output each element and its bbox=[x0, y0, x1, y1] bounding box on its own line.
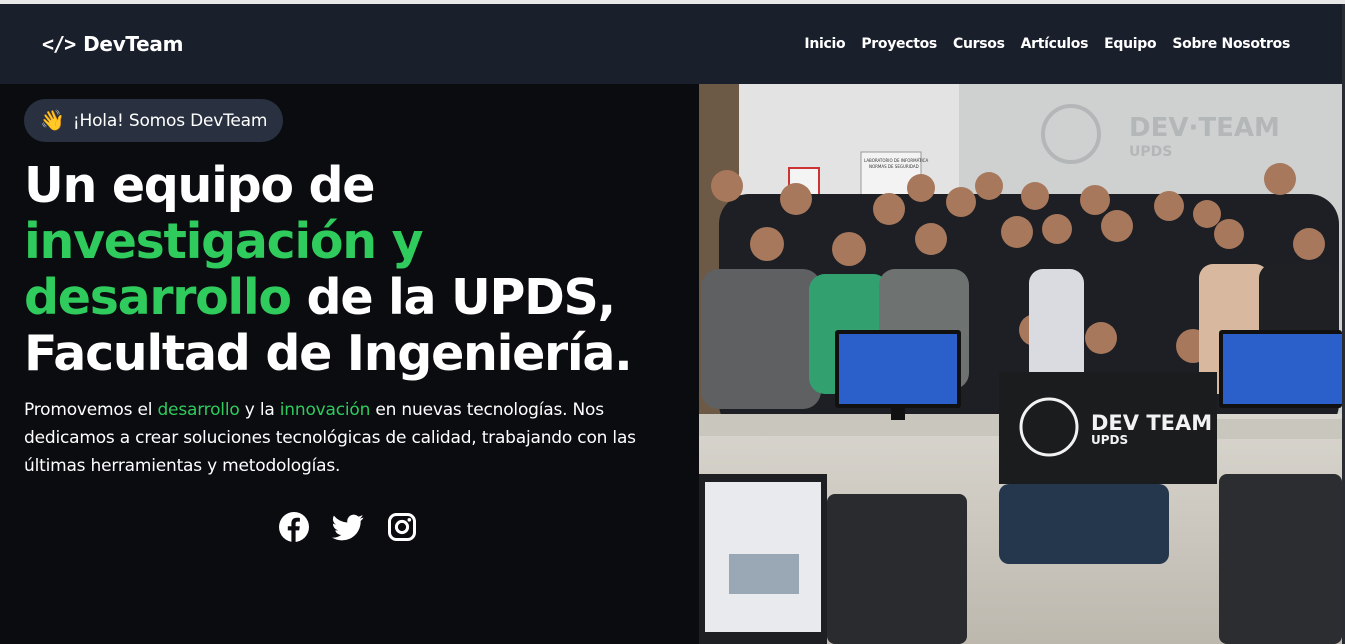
nav-link-inicio[interactable]: Inicio bbox=[804, 36, 845, 52]
social-links bbox=[278, 511, 418, 543]
nav-link-articulos[interactable]: Artículos bbox=[1021, 36, 1089, 52]
team-photo-illustration: DEV·TEAM UPDS LABORATORIO DE INFORMÁTICA… bbox=[699, 84, 1342, 644]
description-text: y la bbox=[239, 400, 280, 420]
facebook-icon[interactable] bbox=[278, 511, 310, 543]
nav-link-proyectos[interactable]: Proyectos bbox=[861, 36, 937, 52]
main-nav: Inicio Proyectos Cursos Artículos Equipo… bbox=[804, 36, 1290, 52]
laptop-foreground bbox=[699, 474, 827, 644]
waving-hand-icon: 👋 bbox=[40, 109, 65, 132]
monitor-left bbox=[835, 330, 961, 420]
headline-last-line: Facultad de Ingeniería. bbox=[24, 325, 633, 382]
hero-description: Promovemos el desarrollo y la innovación… bbox=[24, 396, 664, 480]
hero-section: 👋 ¡Hola! Somos DevTeam Un equipo de inves… bbox=[0, 84, 699, 644]
svg-text:DEV TEAM: DEV TEAM bbox=[1091, 411, 1212, 435]
headline-line1: Un equipo de bbox=[24, 157, 376, 214]
description-text: Promovemos el bbox=[24, 400, 158, 420]
brand-name: DevTeam bbox=[83, 32, 184, 56]
devteam-banner: DEV TEAM UPDS bbox=[999, 372, 1217, 484]
nav-link-sobre-nosotros[interactable]: Sobre Nosotros bbox=[1172, 36, 1290, 52]
description-highlight-innovacion: innovación bbox=[279, 400, 371, 420]
twitter-icon[interactable] bbox=[332, 511, 364, 543]
brand-logo-link[interactable]: </> DevTeam bbox=[42, 32, 183, 56]
team-photo: DEV·TEAM UPDS LABORATORIO DE INFORMÁTICA… bbox=[699, 84, 1342, 644]
instagram-icon[interactable] bbox=[386, 511, 418, 543]
monitor-right bbox=[1219, 330, 1342, 408]
greeting-badge: 👋 ¡Hola! Somos DevTeam bbox=[24, 99, 284, 142]
svg-text:UPDS: UPDS bbox=[1129, 144, 1172, 160]
headline-after-highlight: de la UPDS, bbox=[290, 269, 617, 326]
description-highlight-desarrollo: desarrollo bbox=[157, 400, 240, 420]
svg-text:UPDS: UPDS bbox=[1091, 433, 1128, 447]
svg-text:LABORATORIO DE INFORMÁTICA: LABORATORIO DE INFORMÁTICA bbox=[864, 158, 928, 163]
site-header: </> DevTeam Inicio Proyectos Cursos Artí… bbox=[0, 4, 1342, 84]
code-brackets-icon: </> bbox=[42, 32, 76, 56]
hero-headline: Un equipo de investigación y desarrollo d… bbox=[24, 158, 684, 382]
nav-link-equipo[interactable]: Equipo bbox=[1104, 36, 1157, 52]
greeting-badge-text: ¡Hola! Somos DevTeam bbox=[72, 110, 268, 131]
nav-link-cursos[interactable]: Cursos bbox=[953, 36, 1005, 52]
svg-text:DEV·TEAM: DEV·TEAM bbox=[1129, 113, 1280, 143]
svg-text:NORMAS DE SEGURIDAD: NORMAS DE SEGURIDAD bbox=[869, 164, 919, 169]
